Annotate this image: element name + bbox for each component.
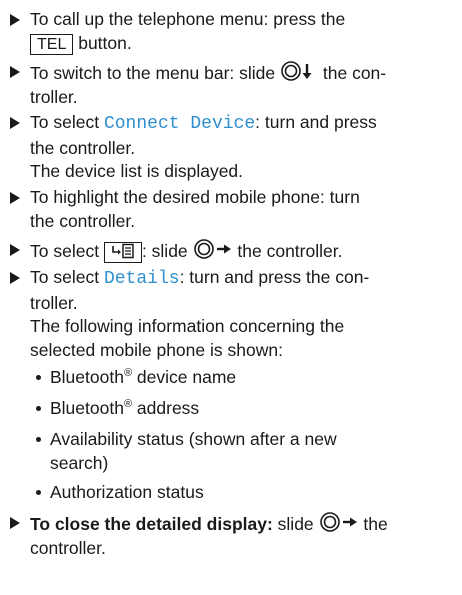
step-text: To select: [30, 267, 100, 287]
menu-item-details: Details: [103, 269, 180, 289]
step-text: To highlight the desired mobile phone: t…: [30, 187, 360, 231]
step-close-detailed-display: To close the detailed display: slide the…: [10, 511, 458, 560]
bullet-dot: [36, 406, 41, 411]
step-arrow-icon: [10, 117, 20, 129]
list-item: Availability status (shown after a new se…: [36, 428, 456, 475]
step-arrow-icon: [10, 272, 20, 284]
menu-item-connect-device: Connect Device: [103, 114, 256, 134]
list-item: Bluetooth® address: [36, 397, 456, 421]
controller-slide-down-icon: [281, 61, 312, 81]
step-text-after: : slide: [141, 241, 188, 261]
bullet-dot: [36, 437, 41, 442]
step-text-after: button.: [78, 32, 132, 53]
step-result: The device list is displayed.: [30, 161, 244, 181]
step-bold-text: To close the detailed display:: [30, 514, 273, 534]
bullet-dot: [36, 375, 41, 380]
options-menu-icon: [103, 242, 142, 263]
step-highlight-phone: To highlight the desired mobile phone: t…: [10, 186, 458, 233]
tel-key-label: TEL: [30, 33, 74, 55]
step-switch-menu-bar: To switch to the menu bar: slide the con…: [10, 60, 458, 109]
step-arrow-icon: [10, 14, 20, 26]
step-select-details: To select Details: turn and press the co…: [10, 266, 458, 362]
step-arrow-icon: [10, 244, 20, 256]
step-text: To select: [30, 241, 100, 261]
step-select-options: To select : slide the controller.: [10, 238, 458, 264]
step-select-connect-device: To select Connect Device: turn and press…: [10, 111, 458, 184]
step-arrow-icon: [10, 66, 20, 78]
step-arrow-icon: [10, 192, 20, 204]
step-text: To switch to the menu bar: slide: [30, 63, 276, 83]
bullet-dot: [36, 490, 41, 495]
list-item: Bluetooth® device name: [36, 366, 456, 390]
step-text: To call up the telephone menu: press the: [30, 9, 346, 29]
controller-slide-right-icon: [319, 512, 357, 532]
controller-slide-right-icon: [193, 239, 231, 259]
step-text-after2: the controller.: [237, 241, 343, 261]
step-result: The following information concerning the…: [30, 316, 345, 360]
list-item: Authorization status: [36, 481, 456, 505]
step-call-telephone-menu: To call up the telephone menu: press the…: [10, 8, 458, 55]
step-arrow-icon: [10, 517, 20, 529]
step-text: To select: [30, 112, 100, 132]
step-text-after: slide: [277, 514, 314, 534]
